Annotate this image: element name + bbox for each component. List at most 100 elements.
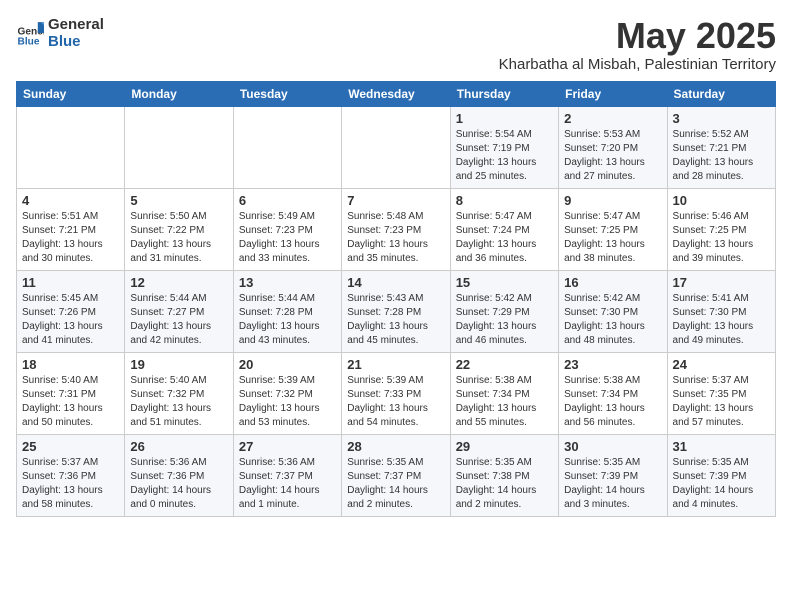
day-cell: 21 Sunrise: 5:39 AM Sunset: 7:33 PM Dayli… bbox=[342, 352, 450, 434]
day-cell: 2 Sunrise: 5:53 AM Sunset: 7:20 PM Daylig… bbox=[559, 106, 667, 188]
day-number: 24 bbox=[673, 357, 770, 372]
day-info: Sunrise: 5:47 AM Sunset: 7:24 PM Dayligh… bbox=[456, 210, 553, 266]
day-number: 13 bbox=[239, 275, 336, 290]
day-info: Sunrise: 5:47 AM Sunset: 7:25 PM Dayligh… bbox=[564, 210, 661, 266]
day-info: Sunrise: 5:36 AM Sunset: 7:36 PM Dayligh… bbox=[130, 456, 227, 512]
day-info: Sunrise: 5:36 AM Sunset: 7:37 PM Dayligh… bbox=[239, 456, 336, 512]
day-cell: 10 Sunrise: 5:46 AM Sunset: 7:25 PM Dayli… bbox=[667, 188, 775, 270]
day-info: Sunrise: 5:41 AM Sunset: 7:30 PM Dayligh… bbox=[673, 292, 770, 348]
svg-text:Blue: Blue bbox=[18, 37, 40, 47]
day-cell: 17Sunrise: 5:41 AM Sunset: 7:30 PM Dayli… bbox=[667, 270, 775, 352]
day-cell: 18Sunrise: 5:40 AM Sunset: 7:31 PM Dayli… bbox=[17, 352, 125, 434]
day-number: 14 bbox=[347, 275, 444, 290]
day-info: Sunrise: 5:38 AM Sunset: 7:34 PM Dayligh… bbox=[456, 374, 553, 430]
day-number: 29 bbox=[456, 439, 553, 454]
day-info: Sunrise: 5:37 AM Sunset: 7:35 PM Dayligh… bbox=[673, 374, 770, 430]
weekday-header-row: SundayMondayTuesdayWednesdayThursdayFrid… bbox=[17, 81, 776, 106]
day-number: 23 bbox=[564, 357, 661, 372]
logo-general: General bbox=[48, 16, 104, 33]
weekday-header-wednesday: Wednesday bbox=[342, 81, 450, 106]
day-info: Sunrise: 5:35 AM Sunset: 7:39 PM Dayligh… bbox=[564, 456, 661, 512]
day-number: 6 bbox=[239, 193, 336, 208]
day-info: Sunrise: 5:39 AM Sunset: 7:33 PM Dayligh… bbox=[347, 374, 444, 430]
day-info: Sunrise: 5:35 AM Sunset: 7:39 PM Dayligh… bbox=[673, 456, 770, 512]
day-cell: 30 Sunrise: 5:35 AM Sunset: 7:39 PM Dayli… bbox=[559, 434, 667, 516]
week-row-2: 4 Sunrise: 5:51 AM Sunset: 7:21 PM Daylig… bbox=[17, 188, 776, 270]
day-info: Sunrise: 5:52 AM Sunset: 7:21 PM Dayligh… bbox=[673, 128, 770, 184]
day-number: 2 bbox=[564, 111, 661, 126]
weekday-header-monday: Monday bbox=[125, 81, 233, 106]
day-number: 22 bbox=[456, 357, 553, 372]
day-info: Sunrise: 5:51 AM Sunset: 7:21 PM Dayligh… bbox=[22, 210, 119, 266]
day-number: 10 bbox=[673, 193, 770, 208]
day-number: 8 bbox=[456, 193, 553, 208]
day-info: Sunrise: 5:35 AM Sunset: 7:37 PM Dayligh… bbox=[347, 456, 444, 512]
day-cell bbox=[233, 106, 341, 188]
day-info: Sunrise: 5:42 AM Sunset: 7:29 PM Dayligh… bbox=[456, 292, 553, 348]
day-cell: 22 Sunrise: 5:38 AM Sunset: 7:34 PM Dayli… bbox=[450, 352, 558, 434]
day-cell: 15 Sunrise: 5:42 AM Sunset: 7:29 PM Dayli… bbox=[450, 270, 558, 352]
calendar-table: SundayMondayTuesdayWednesdayThursdayFrid… bbox=[16, 81, 776, 517]
day-cell: 29 Sunrise: 5:35 AM Sunset: 7:38 PM Dayli… bbox=[450, 434, 558, 516]
title-block: May 2025 Kharbatha al Misbah, Palestinia… bbox=[499, 16, 776, 73]
day-number: 20 bbox=[239, 357, 336, 372]
day-info: Sunrise: 5:43 AM Sunset: 7:28 PM Dayligh… bbox=[347, 292, 444, 348]
logo: General Blue General Blue bbox=[16, 16, 104, 50]
day-cell: 9 Sunrise: 5:47 AM Sunset: 7:25 PM Daylig… bbox=[559, 188, 667, 270]
weekday-header-friday: Friday bbox=[559, 81, 667, 106]
day-info: Sunrise: 5:35 AM Sunset: 7:38 PM Dayligh… bbox=[456, 456, 553, 512]
day-info: Sunrise: 5:53 AM Sunset: 7:20 PM Dayligh… bbox=[564, 128, 661, 184]
logo-blue: Blue bbox=[48, 33, 104, 50]
day-number: 5 bbox=[130, 193, 227, 208]
day-info: Sunrise: 5:45 AM Sunset: 7:26 PM Dayligh… bbox=[22, 292, 119, 348]
day-info: Sunrise: 5:54 AM Sunset: 7:19 PM Dayligh… bbox=[456, 128, 553, 184]
day-info: Sunrise: 5:44 AM Sunset: 7:27 PM Dayligh… bbox=[130, 292, 227, 348]
location-title: Kharbatha al Misbah, Palestinian Territo… bbox=[499, 56, 776, 73]
day-cell: 27Sunrise: 5:36 AM Sunset: 7:37 PM Dayli… bbox=[233, 434, 341, 516]
day-info: Sunrise: 5:44 AM Sunset: 7:28 PM Dayligh… bbox=[239, 292, 336, 348]
day-cell bbox=[125, 106, 233, 188]
day-number: 15 bbox=[456, 275, 553, 290]
day-number: 25 bbox=[22, 439, 119, 454]
day-info: Sunrise: 5:42 AM Sunset: 7:30 PM Dayligh… bbox=[564, 292, 661, 348]
day-number: 19 bbox=[130, 357, 227, 372]
day-info: Sunrise: 5:39 AM Sunset: 7:32 PM Dayligh… bbox=[239, 374, 336, 430]
day-cell: 25 Sunrise: 5:37 AM Sunset: 7:36 PM Dayli… bbox=[17, 434, 125, 516]
day-cell: 6 Sunrise: 5:49 AM Sunset: 7:23 PM Daylig… bbox=[233, 188, 341, 270]
day-cell: 20 Sunrise: 5:39 AM Sunset: 7:32 PM Dayli… bbox=[233, 352, 341, 434]
week-row-5: 25 Sunrise: 5:37 AM Sunset: 7:36 PM Dayli… bbox=[17, 434, 776, 516]
day-cell: 3 Sunrise: 5:52 AM Sunset: 7:21 PM Daylig… bbox=[667, 106, 775, 188]
day-number: 3 bbox=[673, 111, 770, 126]
day-cell: 14 Sunrise: 5:43 AM Sunset: 7:28 PM Dayli… bbox=[342, 270, 450, 352]
day-info: Sunrise: 5:40 AM Sunset: 7:32 PM Dayligh… bbox=[130, 374, 227, 430]
day-cell bbox=[17, 106, 125, 188]
weekday-header-thursday: Thursday bbox=[450, 81, 558, 106]
day-cell: 8 Sunrise: 5:47 AM Sunset: 7:24 PM Daylig… bbox=[450, 188, 558, 270]
day-number: 9 bbox=[564, 193, 661, 208]
weekday-header-saturday: Saturday bbox=[667, 81, 775, 106]
day-number: 4 bbox=[22, 193, 119, 208]
day-cell: 1 Sunrise: 5:54 AM Sunset: 7:19 PM Daylig… bbox=[450, 106, 558, 188]
day-info: Sunrise: 5:49 AM Sunset: 7:23 PM Dayligh… bbox=[239, 210, 336, 266]
day-number: 21 bbox=[347, 357, 444, 372]
week-row-3: 11Sunrise: 5:45 AM Sunset: 7:26 PM Dayli… bbox=[17, 270, 776, 352]
month-title: May 2025 bbox=[499, 16, 776, 56]
day-cell: 31Sunrise: 5:35 AM Sunset: 7:39 PM Dayli… bbox=[667, 434, 775, 516]
day-info: Sunrise: 5:37 AM Sunset: 7:36 PM Dayligh… bbox=[22, 456, 119, 512]
day-number: 16 bbox=[564, 275, 661, 290]
day-cell: 13 Sunrise: 5:44 AM Sunset: 7:28 PM Dayli… bbox=[233, 270, 341, 352]
day-number: 28 bbox=[347, 439, 444, 454]
day-number: 12 bbox=[130, 275, 227, 290]
day-cell: 7Sunrise: 5:48 AM Sunset: 7:23 PM Daylig… bbox=[342, 188, 450, 270]
day-info: Sunrise: 5:38 AM Sunset: 7:34 PM Dayligh… bbox=[564, 374, 661, 430]
day-cell: 28 Sunrise: 5:35 AM Sunset: 7:37 PM Dayli… bbox=[342, 434, 450, 516]
day-number: 30 bbox=[564, 439, 661, 454]
day-number: 1 bbox=[456, 111, 553, 126]
week-row-1: 1 Sunrise: 5:54 AM Sunset: 7:19 PM Daylig… bbox=[17, 106, 776, 188]
day-info: Sunrise: 5:50 AM Sunset: 7:22 PM Dayligh… bbox=[130, 210, 227, 266]
day-cell: 4 Sunrise: 5:51 AM Sunset: 7:21 PM Daylig… bbox=[17, 188, 125, 270]
day-cell: 5 Sunrise: 5:50 AM Sunset: 7:22 PM Daylig… bbox=[125, 188, 233, 270]
weekday-header-sunday: Sunday bbox=[17, 81, 125, 106]
day-info: Sunrise: 5:46 AM Sunset: 7:25 PM Dayligh… bbox=[673, 210, 770, 266]
day-info: Sunrise: 5:40 AM Sunset: 7:31 PM Dayligh… bbox=[22, 374, 119, 430]
